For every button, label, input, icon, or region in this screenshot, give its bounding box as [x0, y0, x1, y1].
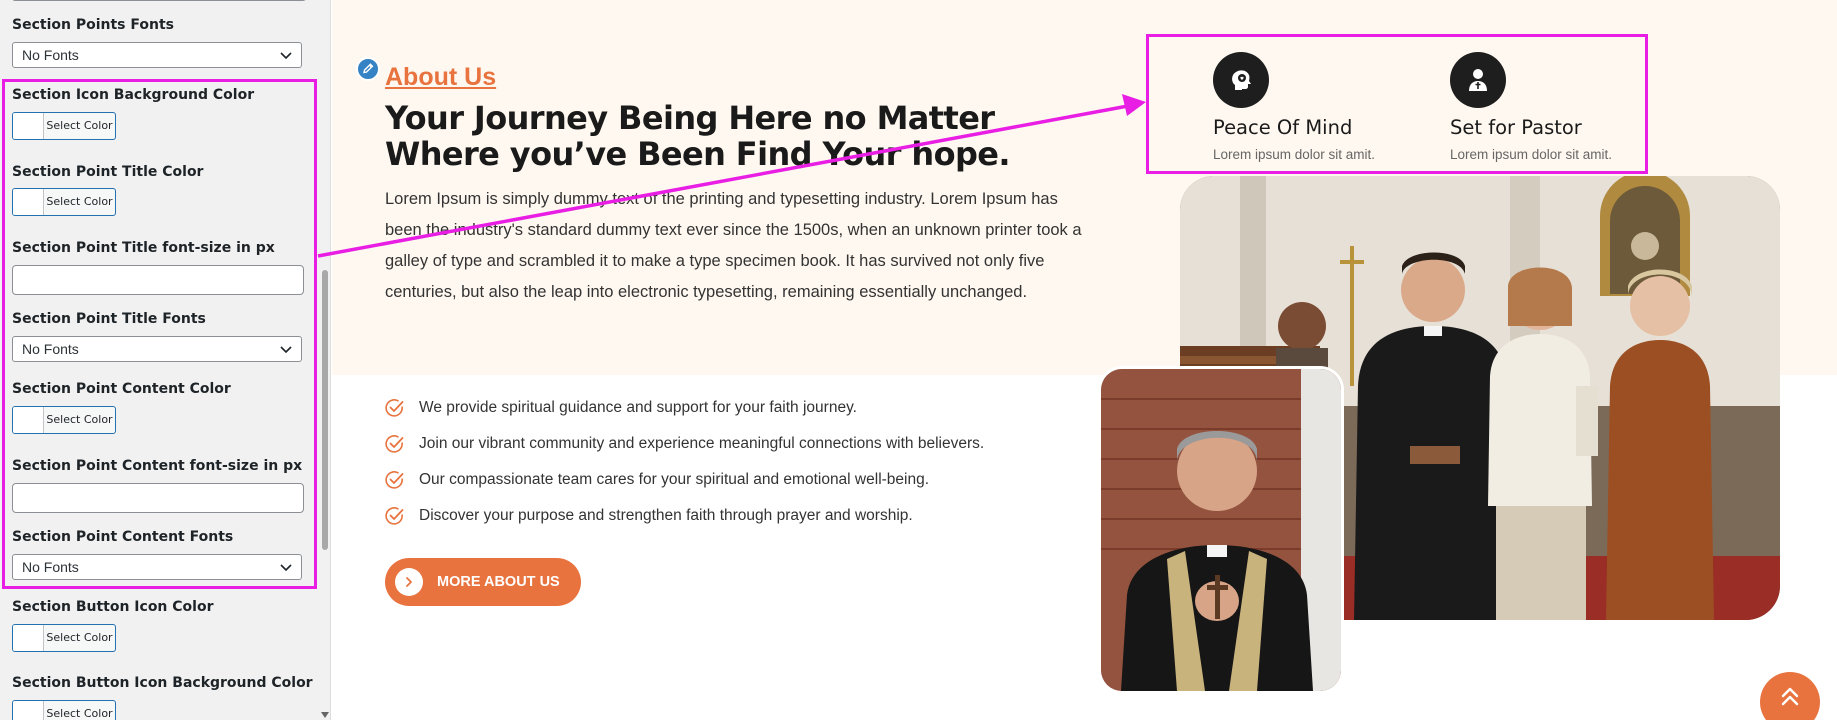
- chevron-down-icon: [280, 52, 292, 60]
- feature-title: Peace Of Mind: [1213, 116, 1353, 139]
- control-label: Section Point Title font-size in px: [12, 240, 275, 256]
- select-color-button[interactable]: Select Color: [12, 112, 116, 140]
- sidebar-scrollbar[interactable]: [320, 0, 330, 720]
- control-label: Section Point Content Color: [12, 381, 231, 397]
- peace-of-mind-icon: [1213, 52, 1269, 108]
- color-swatch: [13, 189, 44, 215]
- scroll-down-arrow-icon[interactable]: [321, 712, 329, 718]
- select-color-label: Select Color: [46, 631, 113, 644]
- control-section-icon-background-color: Section Icon Background Color Select Col…: [12, 86, 306, 140]
- check-circle-icon: [385, 507, 404, 525]
- chevron-down-icon: [280, 564, 292, 572]
- select-color-button[interactable]: Select Color: [12, 700, 116, 720]
- point-text: Discover your purpose and strengthen fai…: [419, 507, 913, 524]
- edit-shortcut-pencil-icon[interactable]: [356, 57, 380, 81]
- point-text: We provide spiritual guidance and suppor…: [419, 399, 857, 416]
- control-section-point-content-color: Section Point Content Color Select Color: [12, 380, 306, 434]
- point-content-font-size-input[interactable]: [12, 483, 304, 513]
- control-section-point-content-fonts: Section Point Content Fonts No Fonts: [12, 528, 306, 580]
- point-title-font-size-input[interactable]: [12, 265, 304, 295]
- point-title-fonts-select[interactable]: No Fonts: [12, 336, 302, 362]
- select-color-button[interactable]: Select Color: [12, 624, 116, 652]
- site-preview: About Us Your Journey Being Here no Matt…: [332, 0, 1837, 720]
- pastor-icon: [1450, 52, 1506, 108]
- section-paragraph: Lorem Ipsum is simply dummy text of the …: [385, 190, 1082, 301]
- chevron-down-icon: [280, 346, 292, 354]
- control-label: Section Icon Background Color: [12, 87, 255, 103]
- color-swatch: [13, 625, 44, 651]
- select-color-label: Select Color: [46, 413, 113, 426]
- section-heading: Your Journey Being Here no Matter Where …: [385, 99, 1011, 173]
- feature-title: Set for Pastor: [1450, 116, 1582, 139]
- control-section-button-icon-color: Section Button Icon Color Select Color: [12, 598, 306, 652]
- control-label: Section Button Icon Background Color: [12, 675, 313, 691]
- point-text: Our compassionate team cares for your sp…: [419, 471, 930, 488]
- previous-control-edge: [12, 0, 306, 1]
- control-label: Section Point Title Color: [12, 164, 204, 180]
- check-circle-icon: [385, 399, 404, 417]
- control-section-point-title-color: Section Point Title Color Select Color: [12, 163, 306, 216]
- select-value: No Fonts: [22, 341, 79, 357]
- control-section-point-title-font-size: Section Point Title font-size in px: [12, 239, 306, 295]
- control-section-points-fonts: Section Points Fonts No Fonts: [12, 16, 306, 68]
- feature-text: Lorem ipsum dolor sit amit.: [1450, 147, 1613, 162]
- about-us-link[interactable]: About Us: [385, 62, 496, 92]
- select-color-button[interactable]: Select Color: [12, 188, 116, 216]
- chevron-right-icon: [395, 568, 423, 596]
- control-section-button-icon-background-color: Section Button Icon Background Color Sel…: [12, 674, 313, 720]
- color-swatch: [13, 113, 44, 139]
- select-color-label: Select Color: [46, 707, 113, 720]
- control-label: Section Points Fonts: [12, 17, 174, 33]
- select-color-label: Select Color: [46, 195, 113, 208]
- color-swatch: [13, 407, 44, 433]
- section-points-fonts-select[interactable]: No Fonts: [12, 42, 302, 68]
- control-label: Section Point Title Fonts: [12, 311, 206, 327]
- control-label: Section Point Content Fonts: [12, 529, 234, 545]
- check-circle-icon: [385, 471, 404, 489]
- button-label: MORE ABOUT US: [437, 574, 560, 590]
- customizer-sidebar: Section Points Fonts No Fonts Section Ic…: [0, 0, 331, 720]
- scroll-to-top-button[interactable]: [1760, 672, 1820, 720]
- point-content-fonts-select[interactable]: No Fonts: [12, 554, 302, 580]
- select-value: No Fonts: [22, 559, 79, 575]
- color-swatch: [13, 701, 44, 720]
- pastor-photo: [1098, 366, 1344, 694]
- select-color-button[interactable]: Select Color: [12, 406, 116, 434]
- control-label: Section Point Content font-size in px: [12, 458, 303, 474]
- control-label: Section Button Icon Color: [12, 599, 214, 615]
- control-section-point-content-font-size: Section Point Content font-size in px: [12, 457, 306, 513]
- check-circle-icon: [385, 435, 404, 453]
- more-about-us-button[interactable]: MORE ABOUT US: [385, 558, 581, 606]
- select-value: No Fonts: [22, 47, 79, 63]
- control-section-point-title-fonts: Section Point Title Fonts No Fonts: [12, 310, 306, 362]
- point-text: Join our vibrant community and experienc…: [419, 435, 985, 452]
- scrollbar-thumb[interactable]: [322, 270, 328, 550]
- feature-text: Lorem ipsum dolor sit amit.: [1213, 147, 1376, 162]
- select-color-label: Select Color: [46, 119, 113, 132]
- double-chevron-up-icon: [1781, 687, 1799, 706]
